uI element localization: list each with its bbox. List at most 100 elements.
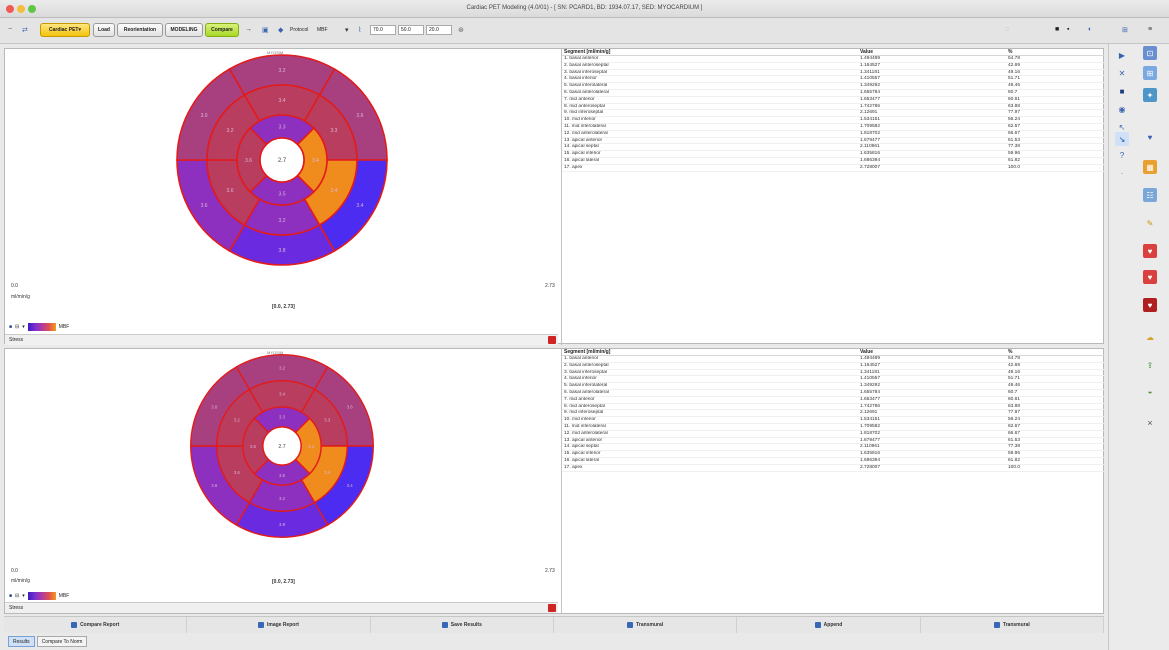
table-row[interactable]: 11. mid inferolateral 1.709582 62.67 <box>562 124 1104 131</box>
heart-compare-icon[interactable]: ♥ <box>1143 270 1157 284</box>
table-row[interactable]: 15. apical inferior 1.635816 59.96 <box>562 151 1104 158</box>
dot-icon[interactable]: · <box>1115 166 1129 180</box>
save-icon[interactable]: ■ <box>9 324 12 330</box>
heart-segment-icon[interactable]: ♥ <box>1143 244 1157 258</box>
table-row[interactable]: 16. apical lateral 1.686394 61.82 <box>562 458 1104 465</box>
table-row[interactable]: 1. basal anterior 1.494489 54.78 <box>562 56 1104 63</box>
cross-icon[interactable]: ✕ <box>1115 66 1129 80</box>
report-icon[interactable]: ◒ <box>1143 384 1157 398</box>
table-row[interactable]: 13. apical anterior 1.679477 61.53 <box>562 438 1104 445</box>
panel-icon[interactable]: ▶ <box>1115 48 1129 62</box>
table-row[interactable]: 15. apical inferior 1.635816 59.96 <box>562 451 1104 458</box>
colorbar[interactable] <box>27 323 56 331</box>
chevron-down-icon[interactable]: ▾ <box>345 26 349 34</box>
load-button[interactable]: Load <box>93 23 115 37</box>
table-row[interactable]: 3. basal inferoseptal 1.341181 49.16 <box>562 370 1104 377</box>
table-row[interactable]: 14. apical septal 2.110961 77.38 <box>562 144 1104 152</box>
settings-icon[interactable]: ⊛ <box>458 26 464 34</box>
mbf-label[interactable]: MBF <box>317 27 328 33</box>
protocol-label[interactable]: Protocol <box>290 27 308 33</box>
camera-icon[interactable]: ▣ <box>262 26 269 34</box>
image-report-button[interactable]: Image Report <box>187 617 371 633</box>
save-results-button[interactable]: Save Results <box>371 617 554 633</box>
export-icon[interactable]: ⇪ <box>1143 358 1157 372</box>
close-icon[interactable]: × <box>1143 416 1157 430</box>
window-layout-icon[interactable]: ■ <box>1055 26 1059 33</box>
table-row[interactable]: 11. mid inferolateral 1.709582 62.67 <box>562 424 1104 431</box>
table-row[interactable]: 10. mid inferior 1.534151 56.24 <box>562 117 1104 124</box>
lower-polar-map[interactable]: 3.2 3.6 3.4 3.8 3.6 3.0 3.4 3.3 3.4 3.2 3.6 3.2 3.3 3… <box>189 353 375 539</box>
scale-icon[interactable]: ⊟ <box>15 593 19 599</box>
table-row[interactable]: 6. basal anterolateral 1.655784 60.7 <box>562 390 1104 397</box>
chevron-down-icon[interactable]: ▾ <box>22 324 25 330</box>
threshold-field-2[interactable]: 50.0 <box>398 25 424 35</box>
upper-polar-map[interactable]: 3.2 3.6 3.4 3.8 3.6 3.0 3.4 3.3 3.4 3.2 3.6 3.2 3.3 3… <box>175 53 389 267</box>
table-row[interactable]: 2. basal anteroseptal 1.164527 42.69 <box>562 63 1104 70</box>
chevron-down-icon[interactable]: ▾ <box>22 593 25 599</box>
table-row[interactable]: 13. apical anterior 1.679477 61.53 <box>562 138 1104 145</box>
reorientation-button[interactable]: Reorientation <box>117 23 163 37</box>
table-row[interactable]: 5. basal inferolateral 1.349292 49.46 <box>562 383 1104 390</box>
compare-report-button[interactable]: Compare Report <box>4 617 188 633</box>
table-row[interactable]: 12. mid anterolateral 1.818702 66.67 <box>562 131 1104 138</box>
record-icon[interactable] <box>548 604 556 612</box>
menu-icon[interactable]: ≡ <box>1148 26 1152 33</box>
layout-icon[interactable]: ⊞ <box>1122 26 1128 34</box>
chart-icon[interactable]: ⌇ <box>358 26 361 34</box>
split-icon[interactable]: ▪ <box>1067 26 1069 33</box>
modeling-button[interactable]: MODELING <box>165 23 203 37</box>
workflow-icon[interactable]: ⇄ <box>22 26 28 34</box>
table-row[interactable]: 1. basal anterior 1.494489 54.78 <box>562 356 1104 363</box>
fusion-icon[interactable]: ✦ <box>1143 88 1157 102</box>
heart-curve-icon[interactable]: ♥ <box>1143 130 1157 144</box>
table-row[interactable]: 16. apical lateral 1.686394 61.82 <box>562 158 1104 165</box>
protocol-icon[interactable]: ◆ <box>278 26 283 34</box>
scale-icon[interactable]: ⊟ <box>15 324 19 330</box>
table-row[interactable]: 8. mid anteroseptal 1.742786 63.88 <box>562 104 1104 111</box>
data-icon[interactable]: ◉ <box>1115 102 1129 116</box>
save-icon[interactable]: ■ <box>1115 84 1129 98</box>
transmural-2-button[interactable]: Transmural <box>921 617 1104 633</box>
minus-icon[interactable]: − <box>8 26 12 33</box>
tiles-icon[interactable]: ▦ <box>1143 160 1157 174</box>
table-row[interactable]: 17. apex 2.728007 100.0 <box>562 465 1104 472</box>
table-row[interactable]: 9. mid inferoseptal 2.12691 77.97 <box>562 110 1104 118</box>
help-icon[interactable]: ◐ <box>1088 26 1092 33</box>
table-row[interactable]: 8. mid anteroseptal 1.742786 63.88 <box>562 404 1104 411</box>
append-button[interactable]: Append <box>737 617 921 633</box>
lung-icon[interactable]: ☁ <box>1143 330 1157 344</box>
table-row[interactable]: 9. mid inferoseptal 2.12691 77.97 <box>562 410 1104 418</box>
arrow-tool-icon[interactable]: ↘ <box>1115 132 1129 146</box>
chart-tool-icon[interactable]: ✎ <box>1143 216 1157 230</box>
table-row[interactable]: 10. mid inferior 1.534151 56.24 <box>562 417 1104 424</box>
grid-icon[interactable]: ⊞ <box>1143 66 1157 80</box>
arrow-right-icon[interactable]: → <box>245 26 252 33</box>
table-row[interactable]: 3. basal inferoseptal 1.341181 49.16 <box>562 70 1104 77</box>
save-icon[interactable]: ■ <box>9 593 12 599</box>
transmural-button[interactable]: Transmural <box>554 617 738 633</box>
table-row[interactable]: 12. mid anterolateral 1.818702 66.67 <box>562 431 1104 438</box>
mode-selector[interactable]: Stress <box>5 334 558 345</box>
table-row[interactable]: 5. basal inferolateral 1.349292 49.46 <box>562 83 1104 90</box>
threshold-field-1[interactable]: 70.0 <box>370 25 396 35</box>
table-row[interactable]: 17. apex 2.728007 100.0 <box>562 165 1104 172</box>
series-icon[interactable]: ⊡ <box>1143 46 1157 60</box>
cardiac-pet-button[interactable]: Cardiac PET ▾ <box>40 23 90 37</box>
table-row[interactable]: 4. basal inferior 1.410557 51.71 <box>562 76 1104 84</box>
record-icon[interactable] <box>548 336 556 344</box>
tab-results[interactable]: Results <box>8 636 35 647</box>
heart-3d-icon[interactable]: ♥ <box>1143 298 1157 312</box>
table-row[interactable]: 6. basal anterolateral 1.655784 60.7 <box>562 90 1104 97</box>
table-row[interactable]: 7. mid anterior 1.653477 60.61 <box>562 397 1104 404</box>
table-row[interactable]: 14. apical septal 2.110961 77.38 <box>562 444 1104 452</box>
table-row[interactable]: 2. basal anteroseptal 1.164527 42.69 <box>562 363 1104 370</box>
info-icon[interactable]: ? <box>1115 148 1129 162</box>
table-row[interactable]: 7. mid anterior 1.653477 60.61 <box>562 97 1104 104</box>
table-icon[interactable]: ☷ <box>1143 188 1157 202</box>
tab-compare-to-norm[interactable]: Compare To Norm <box>36 636 88 647</box>
table-row[interactable]: 4. basal inferior 1.410557 51.71 <box>562 376 1104 384</box>
compare-button[interactable]: Compare <box>205 23 239 37</box>
colorbar[interactable] <box>27 592 56 600</box>
mode-selector[interactable]: Stress <box>5 602 558 613</box>
threshold-field-3[interactable]: 20.0 <box>426 25 452 35</box>
